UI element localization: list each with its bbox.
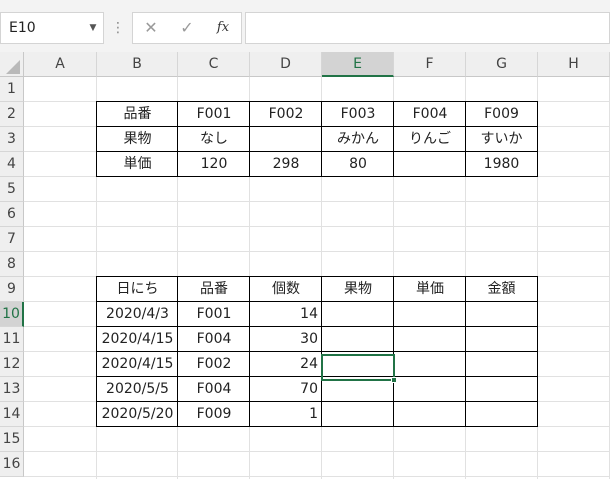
spreadsheet-grid[interactable]: ABCDEFGH 1 2 3 4 5 6 7 8 9 10 11 12 13 14 15 16 品番 F001 F… <box>0 52 610 479</box>
row-header-5[interactable]: 5 <box>0 177 24 202</box>
table1-cell[interactable]: なし <box>177 126 250 152</box>
row-header-12[interactable]: 12 <box>0 352 24 377</box>
table2-cell[interactable] <box>321 301 394 327</box>
table2-cell[interactable] <box>393 401 466 427</box>
table2-cell[interactable]: 2020/4/15 <box>96 351 178 377</box>
column-header-b[interactable]: B <box>97 52 178 77</box>
insert-function-icon[interactable]: fx <box>205 13 241 43</box>
active-cell-border <box>321 354 395 381</box>
table2-header-cell[interactable]: 品番 <box>177 276 250 302</box>
row-header-6[interactable]: 6 <box>0 202 24 227</box>
vertical-dots-icon[interactable]: ⋮ <box>111 12 125 44</box>
column-header-e[interactable]: E <box>322 52 394 77</box>
table2-cell[interactable]: 2020/4/15 <box>96 326 178 352</box>
table2-cell[interactable]: F004 <box>177 376 250 402</box>
table1-cell[interactable]: 1980 <box>465 151 538 177</box>
column-header-h[interactable]: H <box>538 52 610 77</box>
row-header-11[interactable]: 11 <box>0 327 24 352</box>
formula-input[interactable] <box>245 12 610 44</box>
table2-header-cell[interactable]: 果物 <box>321 276 394 302</box>
table1-cell[interactable] <box>249 126 322 152</box>
horizontal-gridline <box>24 201 610 202</box>
row-header-1[interactable]: 1 <box>0 77 24 102</box>
table1-cell[interactable]: 298 <box>249 151 322 177</box>
table2-cell[interactable]: F002 <box>177 351 250 377</box>
table2-header-cell[interactable]: 日にち <box>96 276 178 302</box>
table2-header-cell[interactable]: 単価 <box>393 276 466 302</box>
enter-icon[interactable]: ✓ <box>169 13 205 43</box>
fill-handle[interactable] <box>391 377 397 383</box>
table1-cell[interactable]: F002 <box>249 101 322 127</box>
row-header-15[interactable]: 15 <box>0 427 24 452</box>
row-header-16[interactable]: 16 <box>0 452 24 477</box>
table2-cell[interactable]: F001 <box>177 301 250 327</box>
row-header-14[interactable]: 14 <box>0 402 24 427</box>
row-header-8[interactable]: 8 <box>0 252 24 277</box>
table2-cell[interactable] <box>321 401 394 427</box>
table2-cell[interactable]: 14 <box>249 301 322 327</box>
table1-cell[interactable]: 品番 <box>96 101 178 127</box>
table2-cell[interactable] <box>321 326 394 352</box>
column-header-d[interactable]: D <box>250 52 322 77</box>
row-header-2[interactable]: 2 <box>0 102 24 127</box>
table2-cell[interactable]: 30 <box>249 326 322 352</box>
horizontal-gridline <box>24 451 610 452</box>
table1-cell[interactable]: すいか <box>465 126 538 152</box>
table2-cell[interactable] <box>465 301 538 327</box>
column-header-a[interactable]: A <box>24 52 97 77</box>
table1-cell[interactable]: F003 <box>321 101 394 127</box>
row-header-3[interactable]: 3 <box>0 127 24 152</box>
table2-cell[interactable] <box>393 376 466 402</box>
column-header-f[interactable]: F <box>394 52 466 77</box>
row-header-9[interactable]: 9 <box>0 277 24 302</box>
table2-cell[interactable]: 2020/4/3 <box>96 301 178 327</box>
table2-cell[interactable] <box>465 351 538 377</box>
table2-cell[interactable] <box>465 326 538 352</box>
cancel-icon[interactable]: ✕ <box>133 13 169 43</box>
table2-cell[interactable] <box>465 401 538 427</box>
table1-cell[interactable]: F001 <box>177 101 250 127</box>
row-header-13[interactable]: 13 <box>0 377 24 402</box>
table2-cell[interactable] <box>465 376 538 402</box>
table2-cell[interactable]: 24 <box>249 351 322 377</box>
table2-cell[interactable]: 1 <box>249 401 322 427</box>
table1-cell[interactable]: みかん <box>321 126 394 152</box>
table1-cell[interactable]: F009 <box>465 101 538 127</box>
row-header-4[interactable]: 4 <box>0 152 24 177</box>
table2-cell[interactable]: 2020/5/20 <box>96 401 178 427</box>
table1-cell[interactable]: 120 <box>177 151 250 177</box>
formula-buttons: ✕ ✓ fx <box>132 12 242 44</box>
table2-header-cell[interactable]: 個数 <box>249 276 322 302</box>
table1-cell[interactable] <box>393 151 466 177</box>
select-all-corner[interactable] <box>0 52 24 77</box>
horizontal-gridline <box>24 476 610 477</box>
table1-cell[interactable]: 単価 <box>96 151 178 177</box>
table2-cell[interactable]: F009 <box>177 401 250 427</box>
table2-header-cell[interactable]: 金額 <box>465 276 538 302</box>
table2-cell[interactable] <box>393 326 466 352</box>
horizontal-gridline <box>24 251 610 252</box>
table2-cell[interactable]: 70 <box>249 376 322 402</box>
table2-cell[interactable]: F004 <box>177 326 250 352</box>
table1-cell[interactable]: 80 <box>321 151 394 177</box>
horizontal-gridline <box>24 226 610 227</box>
table2-cell[interactable] <box>393 301 466 327</box>
table2-cell[interactable]: 2020/5/5 <box>96 376 178 402</box>
table1-cell[interactable]: F004 <box>393 101 466 127</box>
column-header-c[interactable]: C <box>178 52 250 77</box>
table1-cell[interactable]: りんご <box>393 126 466 152</box>
select-all-triangle-icon <box>6 60 20 74</box>
row-header-7[interactable]: 7 <box>0 227 24 252</box>
column-header-g[interactable]: G <box>466 52 538 77</box>
table1-cell[interactable]: 果物 <box>96 126 178 152</box>
row-header-10[interactable]: 10 <box>0 302 24 327</box>
chevron-down-icon[interactable]: ▼ <box>84 12 102 44</box>
table2-cell[interactable] <box>393 351 466 377</box>
